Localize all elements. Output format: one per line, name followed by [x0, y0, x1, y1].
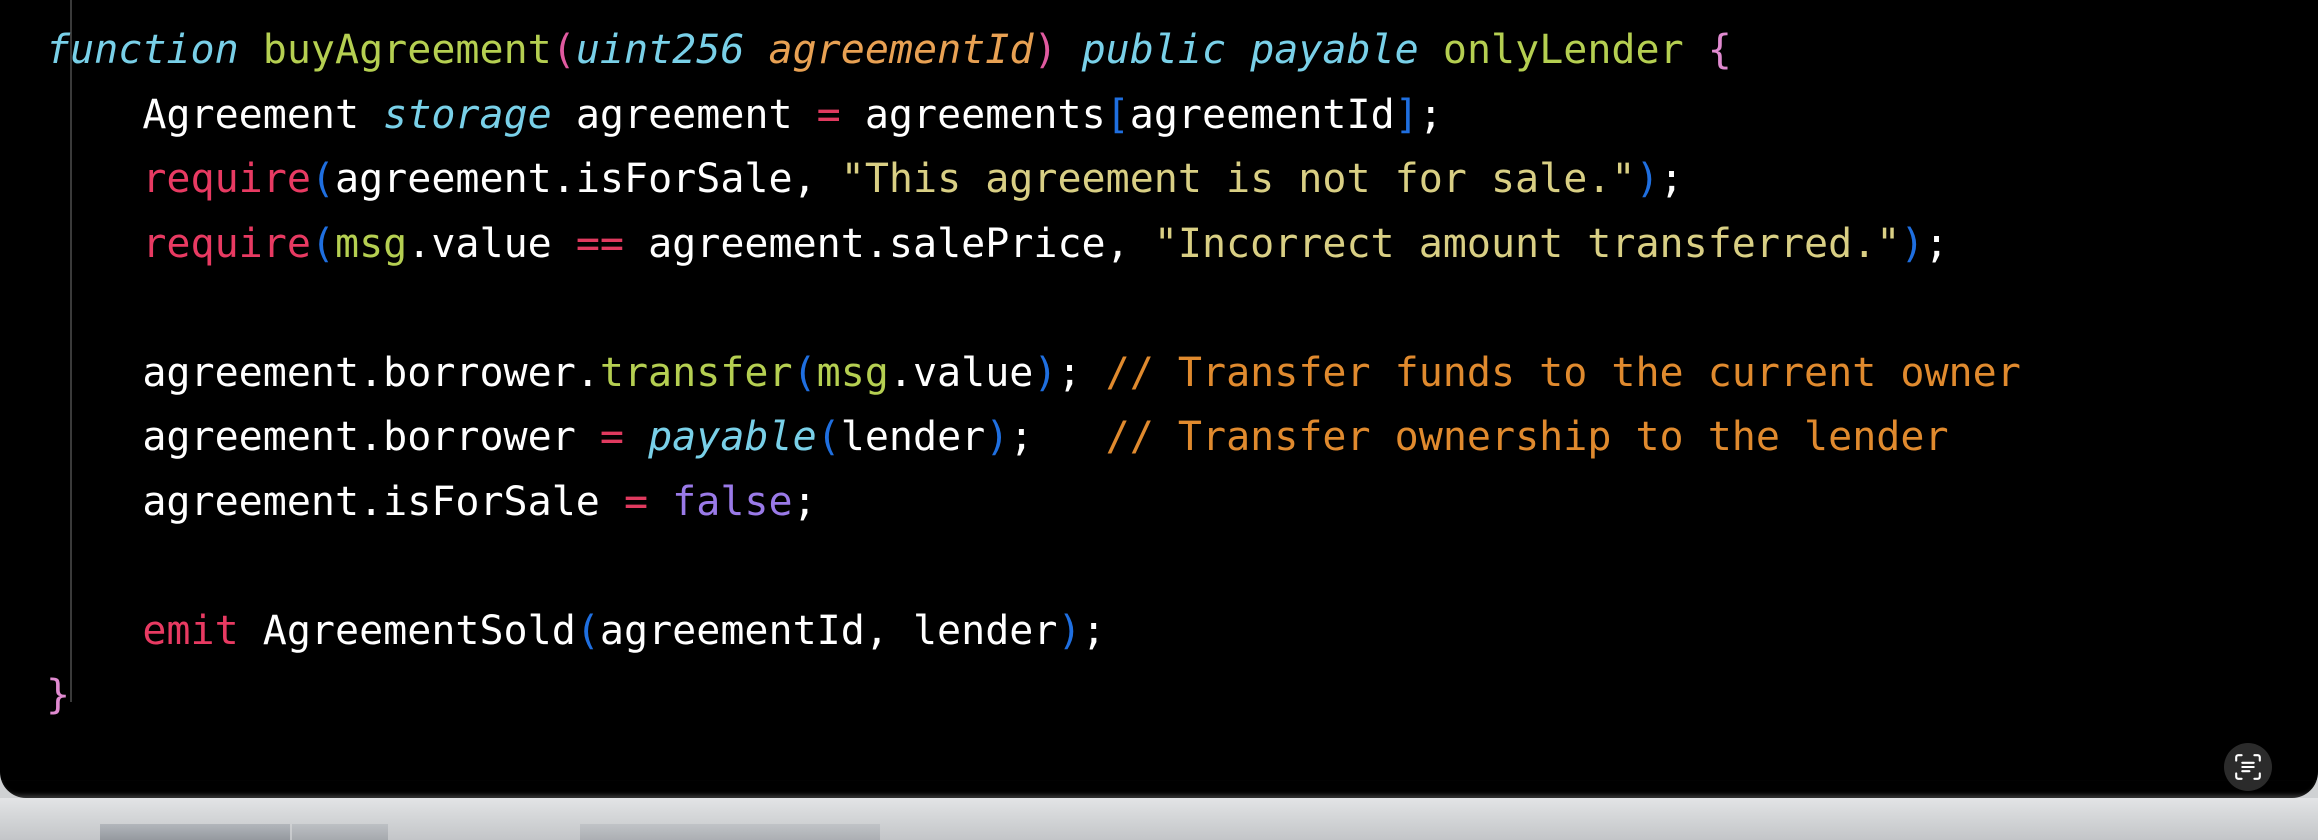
code-token-keyword: public: [1081, 27, 1227, 73]
code-token-keyword: storage: [383, 91, 552, 138]
code-token-bracket: (: [792, 349, 817, 396]
code-token-keyword: function: [46, 27, 239, 73]
code-line: agreement.isForSale = false;: [0, 470, 2021, 535]
code-line: agreement.borrower.transfer(msg.value); …: [0, 341, 2021, 406]
code-token-plain: ;: [1009, 414, 1106, 460]
code-token-plain: ;: [1081, 607, 1106, 654]
code-line: Agreement storage agreement = agreements…: [0, 83, 2021, 148]
code-token-bracket: (: [310, 220, 335, 267]
code-token-function: msg: [335, 220, 408, 267]
code-token-plain: lender: [840, 414, 986, 460]
panel-bezel: [0, 780, 2318, 798]
code-token-plain: ;: [792, 478, 817, 525]
code-token-comment: // Transfer ownership to the lender: [1105, 414, 1949, 460]
code-token-string: "This agreement is not for sale.": [840, 156, 1636, 202]
code-token-bracket: ): [1900, 220, 1925, 267]
code-block[interactable]: function buyAgreement(uint256 agreementI…: [0, 0, 2021, 728]
code-token-signature_paren: (: [551, 27, 576, 73]
surface-seam: [100, 824, 290, 840]
code-token-operator: =: [623, 478, 649, 525]
code-token-plain: agreement.borrower: [142, 414, 600, 460]
code-token-plain: agreementId, lender: [599, 607, 1058, 654]
code-token-keyword: payable: [648, 414, 817, 460]
code-line: emit AgreementSold(agreementId, lender);: [0, 599, 2021, 664]
surface-seam: [580, 824, 880, 840]
desk-surface-strip: [0, 798, 2318, 840]
device-frame: function buyAgreement(uint256 agreementI…: [0, 0, 2318, 840]
live-text-scan-button[interactable]: [2224, 743, 2272, 791]
code-token-plain: ;: [1057, 349, 1106, 396]
code-token-function: msg: [816, 349, 889, 396]
code-token-function: transfer: [599, 349, 793, 396]
code-token-plain: AgreementSold: [238, 607, 576, 654]
code-line: agreement.borrower = payable(lender); //…: [0, 405, 2021, 470]
code-token-plain: agreementId: [1129, 91, 1395, 138]
code-line: }: [0, 663, 2021, 728]
code-token-keyword: payable: [1250, 27, 1419, 73]
code-token-plain: ;: [1924, 220, 1949, 267]
code-token-parameter: agreementId: [768, 27, 1034, 73]
code-token-plain: ;: [1418, 91, 1443, 138]
code-line: require(msg.value == agreement.salePrice…: [0, 212, 2021, 277]
code-token-bracket: [: [1105, 91, 1130, 138]
code-line: require(agreement.isForSale, "This agree…: [0, 147, 2021, 212]
code-token-brace: }: [46, 672, 71, 718]
code-token-boolean: false: [672, 478, 793, 525]
code-token-type: uint256: [575, 27, 745, 73]
code-token-require_keyword: emit: [142, 607, 239, 654]
code-token-bracket: ): [985, 414, 1010, 460]
code-token-plain: agreement.isForSale,: [335, 156, 841, 202]
code-token-operator: =: [599, 414, 624, 460]
code-editor-panel: function buyAgreement(uint256 agreementI…: [0, 0, 2318, 798]
code-token-function: onlyLender: [1442, 27, 1684, 73]
code-token-bracket: ]: [1394, 91, 1419, 138]
code-token-operator: =: [816, 91, 841, 138]
code-token-plain: .value: [888, 349, 1034, 396]
code-token-function: buyAgreement: [262, 27, 552, 73]
code-token-brace: {: [1707, 27, 1732, 73]
code-token-plain: agreement.salePrice,: [624, 220, 1154, 267]
code-token-require_keyword: require: [142, 156, 311, 202]
code-token-signature_paren: ): [1033, 27, 1058, 73]
code-token-plain: ;: [1659, 156, 1684, 202]
code-token-plain: agreement: [551, 91, 817, 138]
code-token-plain: Agreement: [142, 91, 360, 138]
code-token-plain: agreement.borrower.: [142, 349, 600, 396]
code-token-require_keyword: require: [142, 220, 311, 267]
code-token-plain: .value: [407, 220, 576, 267]
code-token-bracket: (: [310, 156, 335, 202]
code-token-comment: // Transfer funds to the current owner: [1105, 349, 2021, 396]
code-token-bracket: ): [1033, 349, 1058, 396]
code-token-string: "Incorrect amount transferred.": [1153, 220, 1901, 267]
code-line: function buyAgreement(uint256 agreementI…: [0, 18, 2021, 83]
code-token-bracket: (: [816, 414, 841, 460]
code-token-plain: agreements: [840, 91, 1106, 138]
live-text-scan-icon: [2233, 752, 2263, 782]
code-token-bracket: ): [1057, 607, 1082, 654]
code-token-plain: agreement.isForSale: [142, 478, 624, 525]
surface-seam: [292, 824, 388, 840]
code-token-operator: ==: [575, 220, 624, 267]
code-token-bracket: ): [1635, 156, 1660, 202]
code-token-bracket: (: [575, 607, 600, 654]
